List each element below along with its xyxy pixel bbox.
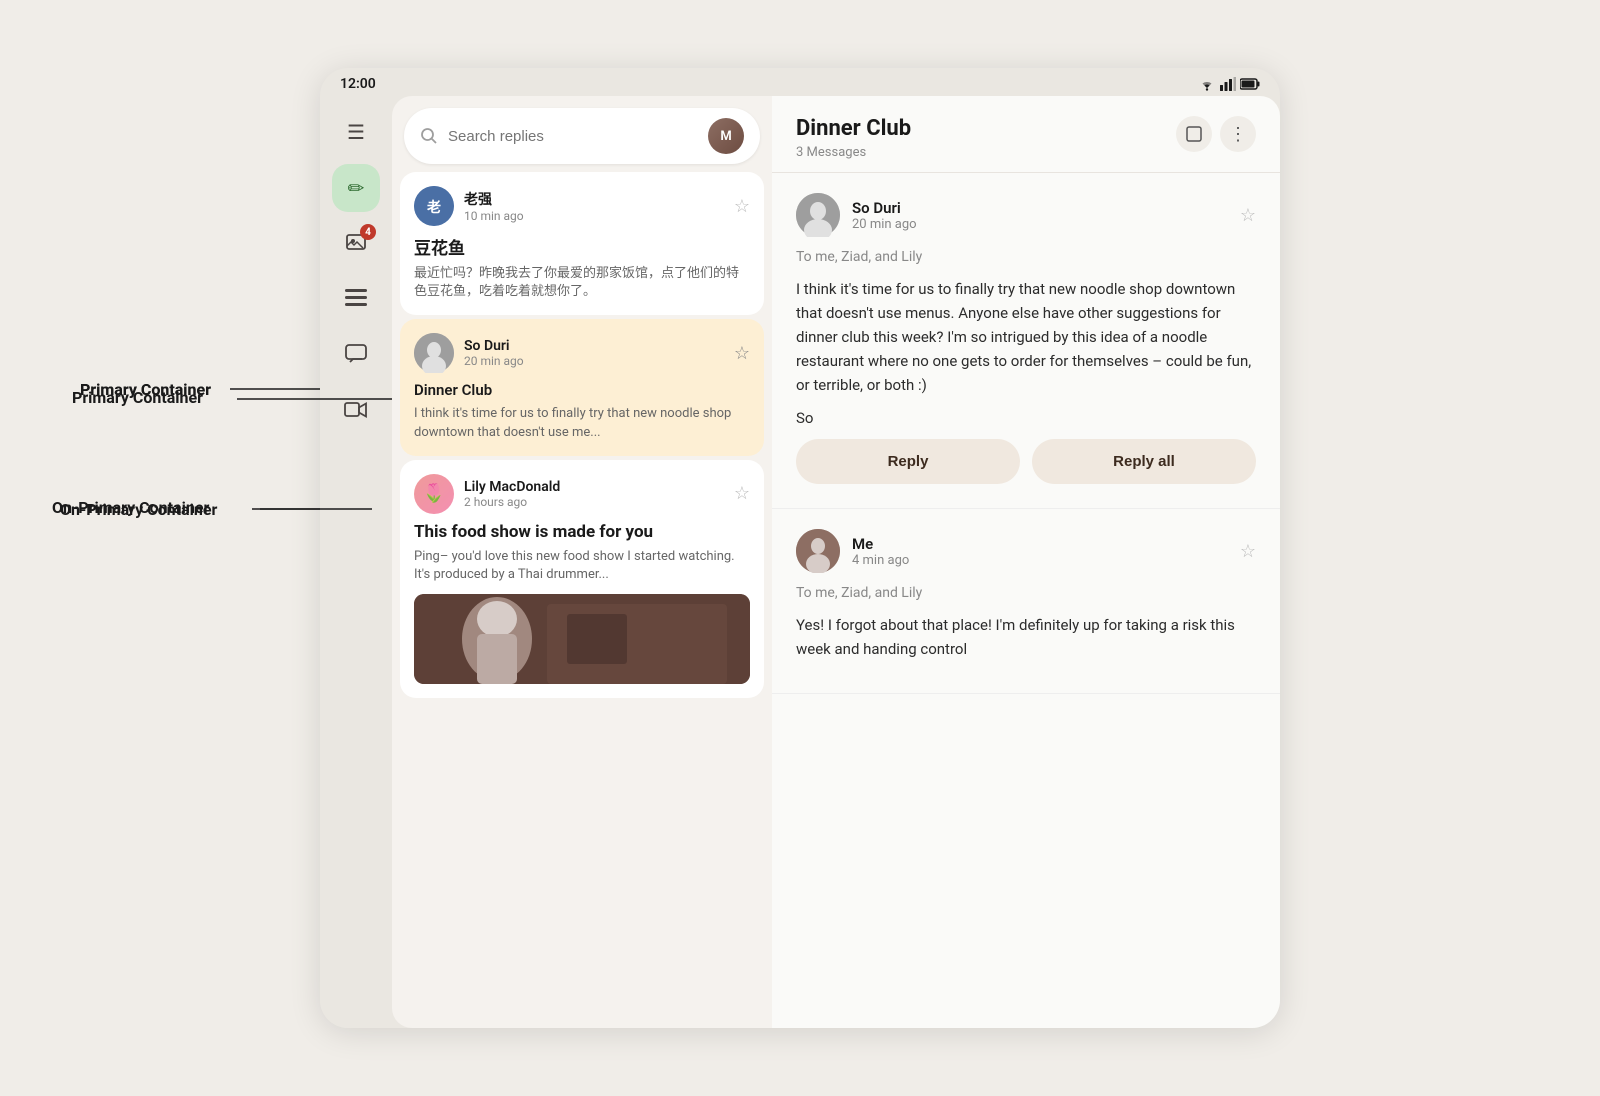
reply-actions: Reply Reply all — [796, 427, 1256, 488]
chat-button[interactable] — [332, 332, 380, 380]
email-list-panel: M 老 — [392, 96, 772, 1028]
list-button[interactable] — [332, 276, 380, 324]
avatar-lily: 🌷 — [414, 474, 454, 514]
avatar-laozi: 老 — [414, 186, 454, 226]
email-subject-lily: This food show is made for you — [414, 522, 750, 542]
user-avatar[interactable]: M — [708, 118, 744, 154]
star-icon-message-me[interactable]: ☆ — [1240, 541, 1256, 562]
email-detail-panel: Dinner Club 3 Messages ⋮ — [772, 96, 1280, 1028]
avatar-soduri-large — [796, 193, 840, 237]
sender-info-soduri: So Duri 20 min ago — [464, 338, 724, 368]
message-sender-soduri: So Duri — [852, 199, 1228, 217]
battery-icon — [1240, 78, 1260, 90]
reply-button[interactable]: Reply — [796, 439, 1020, 484]
email-subject-laozi: 豆花鱼 — [414, 234, 750, 259]
message-signature-soduri: So — [796, 409, 1256, 427]
email-time-soduri: 20 min ago — [464, 354, 724, 368]
email-items-list: 老 老强 10 min ago ☆ 豆花鱼 最近忙吗？昨晚我去了你最爱的那家饭馆… — [392, 172, 772, 1028]
search-icon — [420, 127, 438, 145]
sender-name-lily: Lily MacDonald — [464, 479, 724, 495]
email-preview-lily: Ping– you'd love this new food show I st… — [414, 548, 750, 584]
primary-container-line — [237, 398, 392, 400]
video-button[interactable] — [332, 388, 380, 436]
compose-icon: ✏ — [348, 176, 365, 200]
sidebar: ☰ ✏ 4 — [320, 96, 392, 1028]
email-messages: So Duri 20 min ago ☆ To me, Ziad, and Li… — [772, 173, 1280, 1028]
more-options-button[interactable]: ⋮ — [1220, 116, 1256, 152]
sender-info-laozi: 老强 10 min ago — [464, 189, 724, 223]
message-sender-me: Me — [852, 535, 1228, 553]
detail-title-section: Dinner Club 3 Messages — [796, 116, 1176, 160]
on-primary-container-annotation: On-Primary Container — [52, 498, 209, 517]
avatar-soduri — [414, 333, 454, 373]
detail-subject: Dinner Club — [796, 116, 1176, 141]
main-content: ☰ ✏ 4 — [320, 96, 1280, 1028]
star-icon-message-soduri[interactable]: ☆ — [1240, 205, 1256, 226]
menu-button[interactable]: ☰ — [332, 108, 380, 156]
email-time-laozi: 10 min ago — [464, 209, 724, 223]
email-preview-soduri: I think it's time for us to finally try … — [414, 405, 750, 441]
email-item-lily[interactable]: 🌷 Lily MacDonald 2 hours ago ☆ This food… — [400, 460, 764, 698]
message-card-me: Me 4 min ago ☆ To me, Ziad, and Lily Yes… — [772, 509, 1280, 694]
sender-block-soduri: So Duri 20 min ago — [852, 199, 1228, 232]
more-icon: ⋮ — [1229, 125, 1247, 143]
status-bar: 12:00 — [320, 68, 1280, 96]
video-icon — [344, 400, 368, 424]
time-display: 12:00 — [340, 76, 376, 92]
email-subject-soduri: Dinner Club — [414, 381, 750, 399]
star-icon-laozi[interactable]: ☆ — [734, 196, 750, 217]
detail-count: 3 Messages — [796, 145, 1176, 160]
message-to-soduri: To me, Ziad, and Lily — [796, 249, 1256, 265]
email-image-lily — [414, 594, 750, 684]
message-to-me: To me, Ziad, and Lily — [796, 585, 1256, 601]
chat-icon — [345, 344, 367, 369]
search-input[interactable] — [448, 128, 698, 145]
list-icon — [345, 288, 367, 312]
email-preview-laozi: 最近忙吗？昨晚我去了你最爱的那家饭馆，点了他们的特色豆花鱼，吃着吃着就想你了。 — [414, 265, 750, 301]
message-time-soduri: 20 min ago — [852, 217, 1228, 232]
sender-info-lily: Lily MacDonald 2 hours ago — [464, 479, 724, 509]
email-image-placeholder — [414, 594, 750, 684]
sender-block-me: Me 4 min ago — [852, 535, 1228, 568]
status-icons — [1198, 77, 1260, 91]
email-item-laozi[interactable]: 老 老强 10 min ago ☆ 豆花鱼 最近忙吗？昨晚我去了你最爱的那家饭馆… — [400, 172, 764, 315]
on-primary-container-line — [252, 508, 372, 510]
message-body-soduri: I think it's time for us to finally try … — [796, 277, 1256, 397]
email-time-lily: 2 hours ago — [464, 495, 724, 509]
signal-icon — [1220, 77, 1236, 91]
star-icon-soduri[interactable]: ☆ — [734, 343, 750, 364]
message-card-soduri: So Duri 20 min ago ☆ To me, Ziad, and Li… — [772, 173, 1280, 509]
detail-header: Dinner Club 3 Messages ⋮ — [772, 96, 1280, 173]
wifi-icon — [1198, 77, 1216, 91]
expand-button[interactable] — [1176, 116, 1212, 152]
sender-name-laozi: 老强 — [464, 189, 724, 209]
message-body-me: Yes! I forgot about that place! I'm defi… — [796, 613, 1256, 661]
email-item-soduri[interactable]: So Duri 20 min ago ☆ Dinner Club I think… — [400, 319, 764, 455]
message-time-me: 4 min ago — [852, 553, 1228, 568]
sender-name-soduri: So Duri — [464, 338, 724, 354]
menu-icon: ☰ — [347, 120, 365, 144]
primary-container-annotation: Primary Container — [72, 388, 203, 407]
search-bar[interactable]: M — [404, 108, 760, 164]
expand-icon — [1186, 126, 1202, 142]
message-header-soduri: So Duri 20 min ago ☆ — [796, 193, 1256, 237]
avatar-me — [796, 529, 840, 573]
compose-button[interactable]: ✏ — [332, 164, 380, 212]
svg-text:老: 老 — [427, 199, 441, 215]
detail-actions: ⋮ — [1176, 116, 1256, 152]
photo-button[interactable]: 4 — [332, 220, 380, 268]
photo-badge: 4 — [360, 224, 376, 240]
reply-all-button[interactable]: Reply all — [1032, 439, 1256, 484]
message-header-me: Me 4 min ago ☆ — [796, 529, 1256, 573]
star-icon-lily[interactable]: ☆ — [734, 483, 750, 504]
phone-frame: 12:00 — [320, 68, 1280, 1028]
